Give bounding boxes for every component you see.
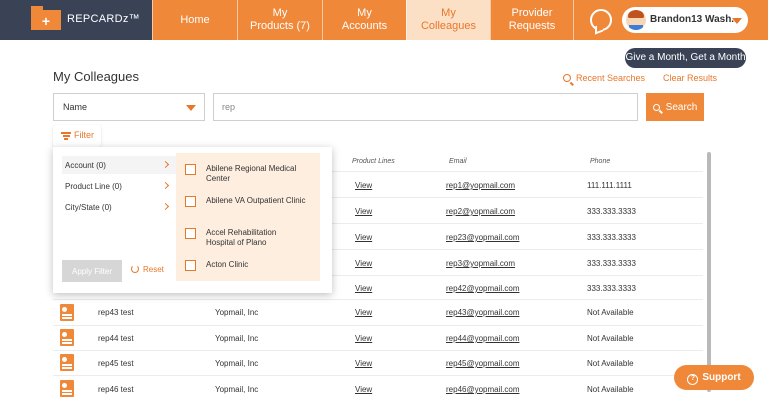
email-link[interactable]: rep44@yopmail.com (446, 334, 519, 343)
filter-icon (61, 132, 71, 140)
view-product-lines-link[interactable]: View (355, 359, 372, 368)
refresh-icon (131, 265, 139, 273)
filter-category-city-state[interactable]: City/State (0) (65, 203, 112, 212)
avatar (626, 10, 646, 30)
row-divider (53, 325, 703, 326)
recent-searches-link[interactable]: Recent Searches (563, 73, 645, 83)
contact-card-icon[interactable] (60, 380, 74, 397)
email-link[interactable]: rep23@yopmail.com (446, 233, 519, 242)
tab-provider-requests[interactable]: Provider Requests (490, 0, 574, 40)
phone: 333.333.3333 (587, 284, 636, 293)
filter-category-product-line[interactable]: Product Line (0) (65, 182, 122, 191)
clear-results-link[interactable]: Clear Results (663, 73, 717, 83)
option-checkbox[interactable] (185, 164, 196, 175)
company: Yopmail, Inc (215, 334, 259, 343)
view-product-lines-link[interactable]: View (355, 385, 372, 394)
option-checkbox[interactable] (185, 228, 196, 239)
chat-bubble-icon[interactable] (590, 9, 612, 31)
view-product-lines-link[interactable]: View (355, 207, 372, 216)
email-link[interactable]: rep43@yopmail.com (446, 308, 519, 317)
email-link[interactable]: rep46@yopmail.com (446, 385, 519, 394)
help-icon: ? (687, 374, 699, 385)
user-name: Brandon13 Wash... (650, 14, 740, 25)
email-link[interactable]: rep3@yopmail.com (446, 259, 515, 268)
search-icon (652, 103, 660, 111)
search-field-select[interactable]: Name (53, 93, 205, 121)
brand-area[interactable]: + REPCARDz™ (0, 0, 152, 40)
column-header-phone: Phone (590, 158, 611, 165)
company: Yopmail, Inc (215, 308, 259, 317)
phone: Not Available (587, 308, 634, 317)
support-button[interactable]: ? Support (674, 365, 754, 390)
email-link[interactable]: rep2@yopmail.com (446, 207, 515, 216)
view-product-lines-link[interactable]: View (355, 259, 372, 268)
reset-button[interactable]: Reset (131, 265, 164, 274)
column-header-product-lines: Product Lines (352, 158, 395, 165)
search-input[interactable] (213, 93, 638, 121)
tab-my-accounts[interactable]: My Accounts (322, 0, 406, 40)
phone: 333.333.3333 (587, 259, 636, 268)
brand-name: REPCARDz™ (67, 13, 140, 25)
page-title: My Colleagues (53, 69, 139, 84)
company: Yopmail, Inc (215, 359, 259, 368)
account-options-list: Abilene Regional Medical Center Abilene … (176, 153, 320, 281)
view-product-lines-link[interactable]: View (355, 334, 372, 343)
colleague-name: rep46 test (98, 385, 134, 394)
filter-category-account[interactable]: Account (0) (65, 161, 106, 170)
chevron-right-icon (161, 202, 170, 211)
view-product-lines-link[interactable]: View (355, 181, 372, 190)
table-scrollbar[interactable] (707, 152, 711, 392)
contact-card-icon[interactable] (60, 329, 74, 346)
tab-my-colleagues[interactable]: My Colleagues (406, 0, 490, 40)
company: Yopmail, Inc (215, 385, 259, 394)
colleague-name: rep44 test (98, 334, 134, 343)
chevron-down-icon (732, 18, 742, 24)
phone: 111.111.1111 (587, 181, 632, 190)
email-link[interactable]: rep42@yopmail.com (446, 284, 519, 293)
option-label: Abilene VA Outpatient Clinic (206, 196, 306, 205)
row-divider (53, 299, 703, 300)
contact-card-icon[interactable] (60, 304, 74, 321)
phone: 333.333.3333 (587, 207, 636, 216)
colleague-name: rep45 test (98, 359, 134, 368)
row-divider (53, 375, 703, 376)
option-checkbox[interactable] (185, 196, 196, 207)
view-product-lines-link[interactable]: View (355, 308, 372, 317)
colleague-name: rep43 test (98, 308, 134, 317)
option-label: Accel Rehabilitation Hospital of Plano (206, 228, 277, 247)
phone: Not Available (587, 385, 634, 394)
option-label: Acton Clinic (206, 260, 249, 269)
filter-panel: Account (0) Product Line (0) City/State … (53, 147, 332, 293)
option-label: Abilene Regional Medical Center (206, 164, 297, 183)
column-header-email: Email (449, 158, 467, 165)
filter-button[interactable]: Filter (53, 125, 101, 147)
contact-card-icon[interactable] (60, 354, 74, 371)
email-link[interactable]: rep1@yopmail.com (446, 181, 515, 190)
tab-my-products[interactable]: My Products (7) (237, 0, 322, 40)
search-button[interactable]: Search (646, 93, 704, 121)
view-product-lines-link[interactable]: View (355, 284, 372, 293)
phone: Not Available (587, 334, 634, 343)
chevron-down-icon (186, 105, 196, 111)
tab-home[interactable]: Home (152, 0, 237, 40)
view-product-lines-link[interactable]: View (355, 233, 372, 242)
row-divider (53, 350, 703, 351)
apply-filter-button[interactable]: Apply Filter (62, 260, 122, 282)
email-link[interactable]: rep45@yopmail.com (446, 359, 519, 368)
phone: 333.333.3333 (587, 233, 636, 242)
search-field-value: Name (63, 102, 88, 112)
give-a-month-button[interactable]: Give a Month, Get a Month (625, 48, 746, 68)
search-icon (563, 74, 571, 82)
option-checkbox[interactable] (185, 260, 196, 271)
chevron-right-icon (161, 181, 170, 190)
folder-logo-icon: + (31, 6, 61, 30)
phone: Not Available (587, 359, 634, 368)
user-menu[interactable]: Brandon13 Wash... (622, 7, 748, 33)
